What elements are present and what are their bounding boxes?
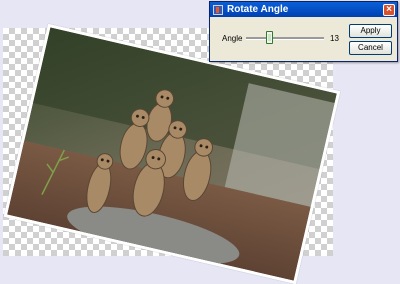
- angle-value: 13: [330, 34, 339, 43]
- close-icon[interactable]: ×: [383, 3, 395, 16]
- app-icon: [213, 4, 223, 15]
- dialog-title: Rotate Angle: [227, 4, 289, 15]
- cancel-button[interactable]: Cancel: [349, 41, 392, 55]
- angle-slider[interactable]: [246, 31, 324, 45]
- slider-thumb[interactable]: [265, 31, 273, 44]
- rotate-angle-dialog: Rotate Angle × Angle 13 Apply Cancel: [209, 1, 398, 62]
- apply-button[interactable]: Apply: [349, 24, 392, 38]
- slider-track: [246, 37, 324, 40]
- dialog-titlebar[interactable]: Rotate Angle ×: [210, 2, 397, 17]
- angle-label: Angle: [222, 34, 243, 43]
